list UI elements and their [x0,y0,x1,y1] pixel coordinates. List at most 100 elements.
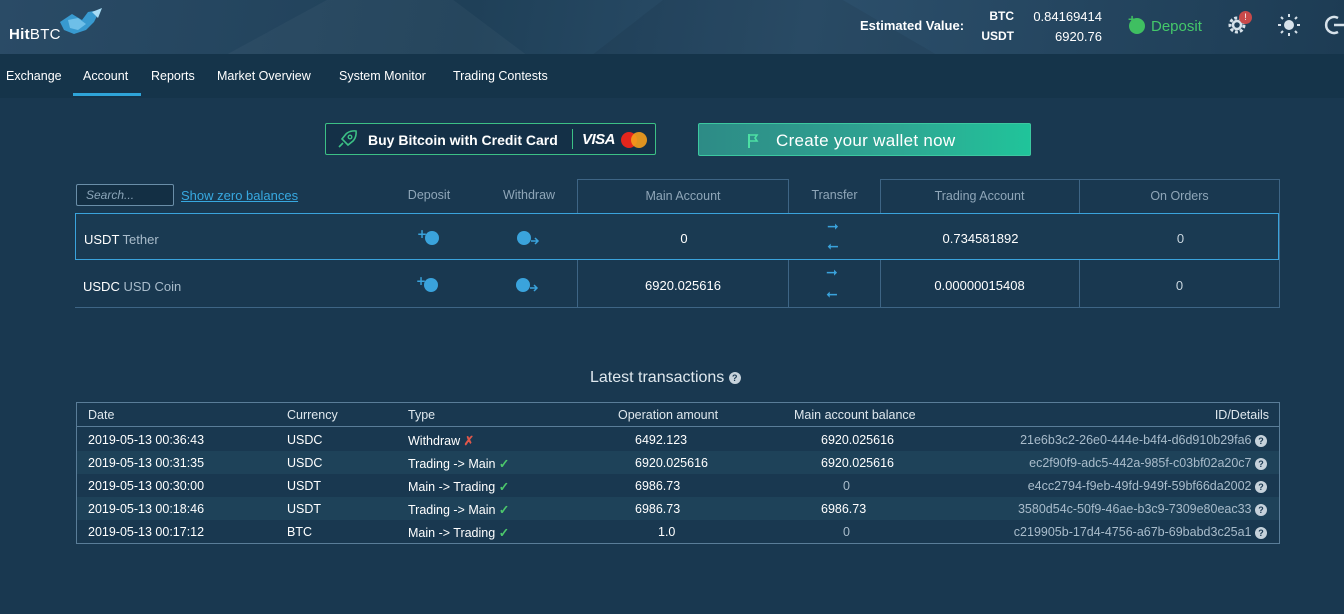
create-wallet-label: Create your wallet now [776,131,956,150]
transactions-header: Date Currency Type Operation amount Main… [77,403,1279,427]
visa-logo: VISA [582,131,616,148]
tx-currency: USDT [287,502,322,516]
tx-currency: USDT [287,479,322,493]
tx-currency: USDC [287,456,323,470]
col-main-balance: Main account balance [794,408,916,422]
tx-balance: 6920.025616 [821,433,894,447]
on-orders-header: On Orders [1150,189,1209,203]
col-type: Type [408,408,436,422]
usdt-label: USDT [981,29,1014,43]
main-account-value: 6920.025616 [645,278,721,293]
tx-type: Withdraw ✗ [408,434,475,448]
help-icon[interactable]: ? [728,371,741,384]
tx-amount: 1.0 [658,525,676,539]
latest-transactions-title: Latest transactions ? [590,369,741,387]
tx-amount: 6920.025616 [635,456,708,470]
deposit-plus-icon: + [1128,11,1145,34]
tx-type: Main -> Trading ✓ [408,526,510,540]
balance-row-usdc[interactable]: USDC USD Coin + 6920.025616 ➞ ➞ 0.000000… [75,261,1279,308]
table-row: 2019-05-13 00:36:43 USDC Withdraw ✗ 6492… [77,428,1279,451]
show-zero-balances-link[interactable]: Show zero balances [181,188,298,203]
mastercard-orange-icon [631,132,647,148]
nav-account[interactable]: Account [83,69,128,83]
tx-date: 2019-05-13 00:18:46 [88,502,205,516]
tx-type: Trading -> Main ✓ [408,457,510,471]
tx-amount: 6492.123 [635,433,688,447]
tx-date: 2019-05-13 00:36:43 [88,433,205,447]
on-orders-value: 0 [1176,231,1185,246]
tx-amount: 6986.73 [635,502,681,516]
active-tab-indicator [73,93,141,96]
nav-exchange[interactable]: Exchange [6,69,62,83]
nav-trading-contests[interactable]: Trading Contests [453,69,548,83]
create-wallet-button[interactable]: Create your wallet now [698,123,1031,156]
success-icon: ✓ [498,503,510,517]
transfer-right-arrow-icon[interactable]: ➞ [827,218,839,235]
nav-reports[interactable]: Reports [151,69,195,83]
usdt-value: 6920.76 [1055,29,1102,44]
table-row: 2019-05-13 00:17:12 BTC Main -> Trading … [77,520,1279,543]
nav-system-monitor[interactable]: System Monitor [339,69,426,83]
transfer-left-arrow-icon[interactable]: ➞ [826,286,838,303]
top-header: HitBTC Estimated Value: BTC 0.84169414 U… [0,0,1344,54]
success-icon: ✓ [498,480,510,494]
main-account-header: Main Account [645,189,721,203]
withdraw-column-header: Withdraw [502,188,556,202]
table-row: 2019-05-13 00:18:46 USDT Trading -> Main… [77,497,1279,520]
tx-type: Main -> Trading ✓ [408,480,510,494]
success-icon: ✓ [498,526,510,540]
tx-date: 2019-05-13 00:30:00 [88,479,205,493]
search-input[interactable] [76,184,174,206]
tx-type: Trading -> Main ✓ [408,503,510,517]
tx-balance: 0 [843,479,850,493]
deposit-icon[interactable]: + [416,229,442,247]
brand-name[interactable]: HitBTC [9,26,61,43]
flag-icon [748,134,759,148]
tx-id[interactable]: e4cc2794-f9eb-49fd-949f-59bf66da2002 ? [1028,479,1267,493]
details-icon: ? [1255,526,1267,539]
balance-row-usdt[interactable]: USDT Tether + 0 ➞ ➞ 0.734581892 0 [75,213,1279,260]
buy-bitcoin-button[interactable]: Buy Bitcoin with Credit Card VISA [325,123,656,155]
details-icon: ? [1255,503,1267,516]
table-row: 2019-05-13 00:30:00 USDT Main -> Trading… [77,474,1279,497]
sun-icon[interactable] [1276,12,1302,38]
failed-icon: ✗ [463,434,475,448]
trading-account-header: Trading Account [934,189,1025,203]
deposit-label: Deposit [1151,17,1202,35]
main-account-value: 0 [680,231,688,246]
transfer-left-arrow-icon[interactable]: ➞ [827,238,839,255]
tx-amount: 6986.73 [635,479,681,493]
buy-bitcoin-label: Buy Bitcoin with Credit Card [368,132,558,148]
withdraw-icon[interactable] [516,229,542,247]
asset-symbol: USDT Tether [84,232,159,247]
tx-id[interactable]: 21e6b3c2-26e0-444e-b4f4-d6d910b29fa6 ? [1020,433,1267,447]
deposit-column-header: Deposit [407,188,451,202]
trading-account-value: 0.00000015408 [934,278,1025,293]
deposit-icon[interactable]: + [415,276,441,294]
trading-account-value: 0.734581892 [942,231,1019,246]
header-deposit-button[interactable]: + Deposit [1123,11,1202,38]
transfer-right-arrow-icon[interactable]: ➞ [826,264,838,281]
transactions-table: Date Currency Type Operation amount Main… [76,402,1280,544]
logout-icon[interactable] [1322,12,1344,38]
btc-label: BTC [989,9,1014,23]
table-row: 2019-05-13 00:31:35 USDC Trading -> Main… [77,451,1279,474]
col-operation-amount: Operation amount [618,408,719,422]
details-icon: ? [1255,457,1267,470]
tx-balance: 0 [843,525,850,539]
col-date: Date [88,408,115,422]
tx-id[interactable]: 3580d54c-50f9-46ae-b3c9-7309e80eac33 ? [1018,502,1267,516]
rocket-icon [338,130,357,148]
success-icon: ✓ [498,457,510,471]
nav-market-overview[interactable]: Market Overview [217,69,311,83]
btc-value: 0.84169414 [1033,9,1102,24]
asset-symbol: USDC USD Coin [83,279,182,294]
tx-currency: BTC [287,525,312,539]
estimated-value-label: Estimated Value: [860,18,965,33]
tx-id[interactable]: c219905b-17d4-4756-a67b-69babd3c25a1 ? [1014,525,1267,539]
withdraw-icon[interactable] [515,276,541,294]
tx-balance: 6986.73 [821,502,867,516]
transfer-column-header: Transfer [811,188,858,202]
notification-badge: ! [1239,11,1252,24]
tx-id[interactable]: ec2f90f9-adc5-442a-985f-c03bf02a20c7 ? [1029,456,1267,470]
